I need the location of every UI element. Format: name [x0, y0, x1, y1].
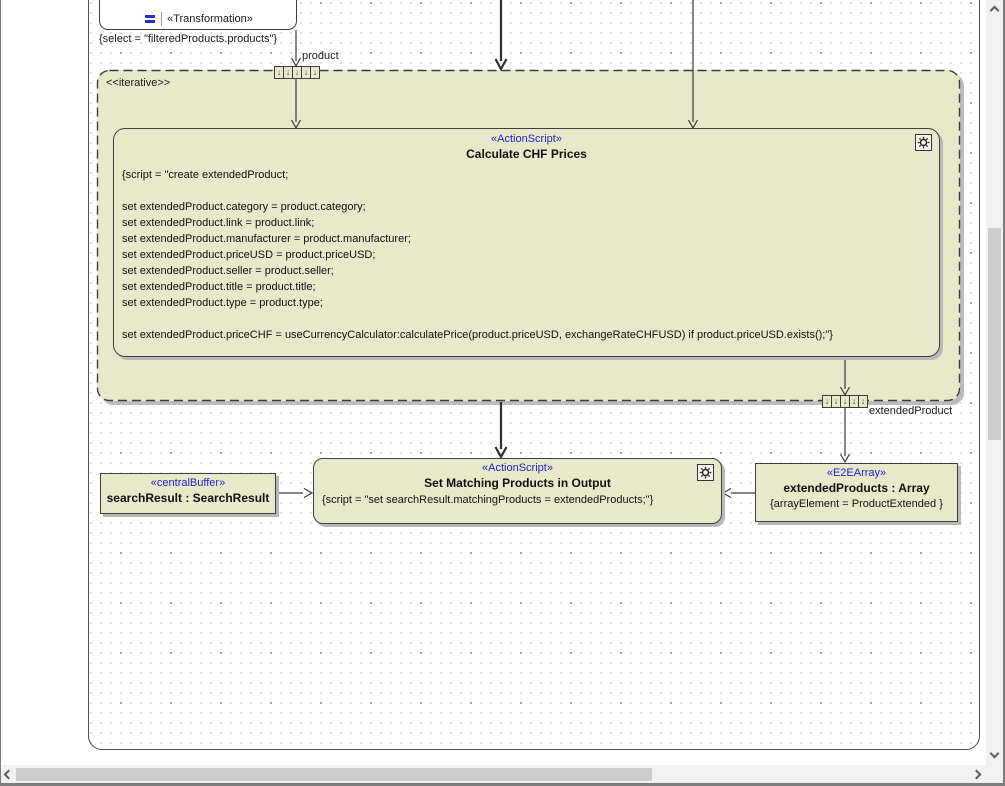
script-line: {script = "create extendedProduct;	[122, 169, 933, 185]
transformation-stereotype: «Transformation»	[167, 13, 253, 25]
horizontal-scrollbar[interactable]	[0, 765, 986, 783]
horizontal-scrollbar-thumb[interactable]	[16, 768, 652, 781]
script-line	[122, 313, 933, 329]
transformation-icon	[143, 13, 156, 25]
transformation-header: «Transformation»	[100, 12, 296, 26]
down-arrow-icon: ↓	[832, 396, 841, 407]
script-line: set extendedProduct.category = product.c…	[122, 201, 933, 217]
scroll-down-icon[interactable]	[990, 749, 1000, 759]
set-matching-title: Set Matching Products in Output	[314, 476, 721, 490]
buffer-title: searchResult : SearchResult	[101, 491, 275, 505]
scrollbar-corner	[986, 765, 1003, 783]
gear-icon	[915, 134, 932, 151]
script-line: set extendedProduct.priceUSD = product.p…	[122, 249, 933, 265]
script-line: set extendedProduct.title = product.titl…	[122, 281, 933, 297]
script-line: set extendedProduct.type = product.type;	[122, 297, 933, 313]
array-stereotype: «E2EArray»	[756, 464, 957, 479]
search-result-buffer-node[interactable]: «centralBuffer» searchResult : SearchRes…	[100, 473, 276, 514]
calculate-action-stereotype: «ActionScript»	[114, 129, 939, 145]
array-title: extendedProducts : Array	[756, 481, 957, 495]
buffer-stereotype: «centralBuffer»	[101, 474, 275, 489]
extended-products-array-node[interactable]: «E2EArray» extendedProducts : Array {arr…	[755, 463, 958, 522]
down-arrow-icon: ↓	[823, 396, 832, 407]
extended-product-pin-label[interactable]: extendedProduct	[869, 405, 952, 417]
product-pin-label[interactable]: product	[302, 50, 339, 62]
script-line: set extendedProduct.seller = product.sel…	[122, 265, 933, 281]
calculate-action-script: {script = "create extendedProduct; set e…	[122, 169, 933, 345]
set-matching-script: {script = "set searchResult.matchingProd…	[314, 490, 721, 506]
script-line: set extendedProduct.priceCHF = useCurren…	[122, 329, 933, 345]
down-arrow-icon: ↓	[311, 67, 319, 78]
vertical-scrollbar-thumb[interactable]	[988, 228, 1001, 440]
script-line: set extendedProduct.manufacturer = produ…	[122, 233, 933, 249]
set-matching-products-action[interactable]: «ActionScript» Set Matching Products in …	[313, 458, 722, 524]
down-arrow-icon: ↓	[293, 67, 302, 78]
expansion-node-pin-extended-product[interactable]: ↓ ↓ ↓ ↓ ↓	[822, 395, 868, 408]
diagram-editor-window: «Transformation» {select = "filteredProd…	[0, 0, 1005, 786]
scroll-left-icon[interactable]	[4, 769, 14, 779]
gear-icon	[697, 464, 714, 481]
scroll-right-icon[interactable]	[972, 769, 982, 779]
set-matching-stereotype: «ActionScript»	[314, 459, 721, 474]
vertical-scrollbar[interactable]	[986, 0, 1003, 765]
window-border	[0, 0, 1, 786]
script-line: set extendedProduct.link = product.link;	[122, 217, 933, 233]
scroll-up-icon[interactable]	[990, 6, 1000, 16]
transformation-node[interactable]: «Transformation»	[99, 0, 297, 30]
calculate-chf-prices-action[interactable]: «ActionScript» Calculate CHF Prices {scr…	[113, 128, 940, 357]
down-arrow-icon: ↓	[850, 396, 859, 407]
icon-divider	[161, 12, 162, 26]
calculate-action-title: Calculate CHF Prices	[114, 147, 939, 161]
select-constraint-label[interactable]: {select = "filteredProducts.products"}	[99, 33, 277, 45]
expansion-node-pin-product[interactable]: ↓ ↓ ↓ ↓ ↓	[274, 66, 320, 79]
down-arrow-icon: ↓	[841, 396, 850, 407]
script-line	[122, 185, 933, 201]
down-arrow-icon: ↓	[275, 67, 284, 78]
down-arrow-icon: ↓	[302, 67, 311, 78]
iterative-region-label: <<iterative>>	[106, 77, 170, 89]
down-arrow-icon: ↓	[284, 67, 293, 78]
array-constraint: {arrayElement = ProductExtended }	[756, 498, 957, 510]
down-arrow-icon: ↓	[859, 396, 867, 407]
